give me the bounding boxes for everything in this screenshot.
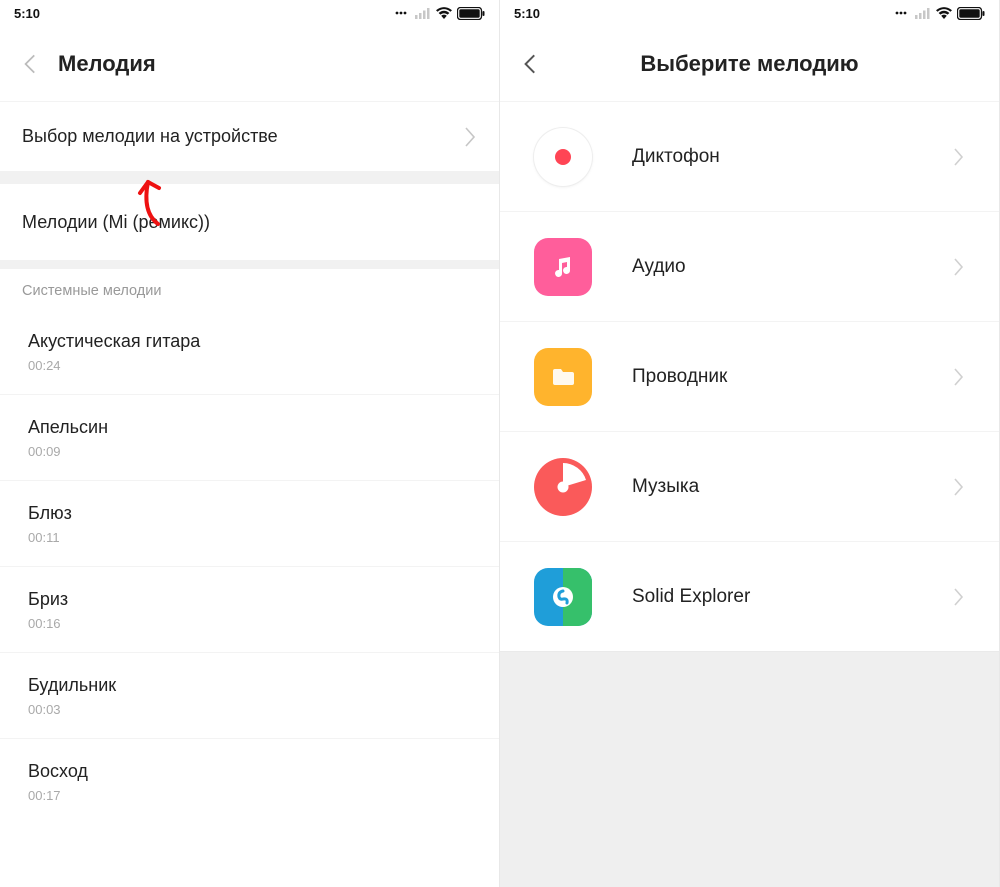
source-label: Аудио	[632, 256, 686, 278]
header: Мелодия	[0, 26, 499, 102]
ringtone-duration: 00:11	[28, 530, 471, 545]
page-title: Мелодия	[58, 51, 156, 77]
solid-explorer-icon	[534, 568, 592, 626]
source-label: Проводник	[632, 366, 727, 388]
chevron-right-icon	[953, 587, 965, 607]
empty-space	[500, 652, 999, 887]
ringtone-duration: 00:03	[28, 702, 471, 717]
source-row-audio[interactable]: Аудио	[500, 212, 999, 322]
audio-icon	[534, 238, 592, 296]
source-row-solid-explorer[interactable]: Solid Explorer	[500, 542, 999, 652]
back-icon[interactable]	[18, 51, 44, 77]
ringtone-list: Акустическая гитара 00:24 Апельсин 00:09…	[0, 309, 499, 887]
status-time: 5:10	[14, 6, 40, 21]
status-icons	[895, 7, 985, 20]
battery-icon	[457, 7, 485, 20]
status-time: 5:10	[514, 6, 540, 21]
select-on-device-label: Выбор мелодии на устройстве	[22, 126, 278, 147]
signal-icon	[915, 7, 931, 19]
recorder-icon	[534, 128, 592, 186]
ringtone-name: Будильник	[28, 675, 471, 696]
back-icon[interactable]	[518, 51, 544, 77]
chevron-right-icon	[953, 477, 965, 497]
ringtone-row[interactable]: Бриз 00:16	[0, 567, 499, 653]
status-bar: 5:10	[0, 0, 499, 26]
chevron-right-icon	[953, 367, 965, 387]
battery-icon	[957, 7, 985, 20]
wifi-icon	[435, 7, 453, 20]
divider	[0, 172, 499, 184]
chevron-right-icon	[953, 257, 965, 277]
select-on-device-row[interactable]: Выбор мелодии на устройстве	[0, 102, 499, 172]
ringtone-name: Апельсин	[28, 417, 471, 438]
more-icon	[895, 8, 911, 18]
chevron-right-icon	[463, 126, 477, 148]
ringtone-name: Бриз	[28, 589, 471, 610]
source-row-explorer[interactable]: Проводник	[500, 322, 999, 432]
wifi-icon	[935, 7, 953, 20]
right-screen: 5:10 Выберите мелодию Диктофон Аудио Про…	[500, 0, 1000, 887]
source-label: Музыка	[632, 476, 699, 498]
status-icons	[395, 7, 485, 20]
ringtone-name: Акустическая гитара	[28, 331, 471, 352]
status-bar: 5:10	[500, 0, 999, 26]
mi-remix-label: Мелодии (Mi (ремикс))	[22, 212, 210, 233]
ringtone-row[interactable]: Будильник 00:03	[0, 653, 499, 739]
ringtone-row[interactable]: Апельсин 00:09	[0, 395, 499, 481]
more-icon	[395, 8, 411, 18]
ringtone-row[interactable]: Блюз 00:11	[0, 481, 499, 567]
section-header-system: Системные мелодии	[0, 268, 499, 309]
ringtone-name: Блюз	[28, 503, 471, 524]
page-title: Выберите мелодию	[500, 51, 999, 77]
ringtone-row[interactable]: Акустическая гитара 00:24	[0, 309, 499, 395]
header: Выберите мелодию	[500, 26, 999, 102]
ringtone-row[interactable]: Восход 00:17	[0, 739, 499, 825]
folder-icon	[534, 348, 592, 406]
ringtone-duration: 00:17	[28, 788, 471, 803]
chevron-right-icon	[953, 147, 965, 167]
music-icon	[534, 458, 592, 516]
signal-icon	[415, 7, 431, 19]
ringtone-duration: 00:09	[28, 444, 471, 459]
ringtone-duration: 00:24	[28, 358, 471, 373]
divider	[0, 260, 499, 268]
left-screen: 5:10 Мелодия Выбор мелодии на устройстве…	[0, 0, 500, 887]
source-row-music[interactable]: Музыка	[500, 432, 999, 542]
source-label: Диктофон	[632, 146, 720, 168]
source-label: Solid Explorer	[632, 586, 750, 608]
ringtone-duration: 00:16	[28, 616, 471, 631]
ringtone-name: Восход	[28, 761, 471, 782]
source-row-recorder[interactable]: Диктофон	[500, 102, 999, 212]
mi-remix-row[interactable]: Мелодии (Mi (ремикс))	[0, 184, 499, 260]
